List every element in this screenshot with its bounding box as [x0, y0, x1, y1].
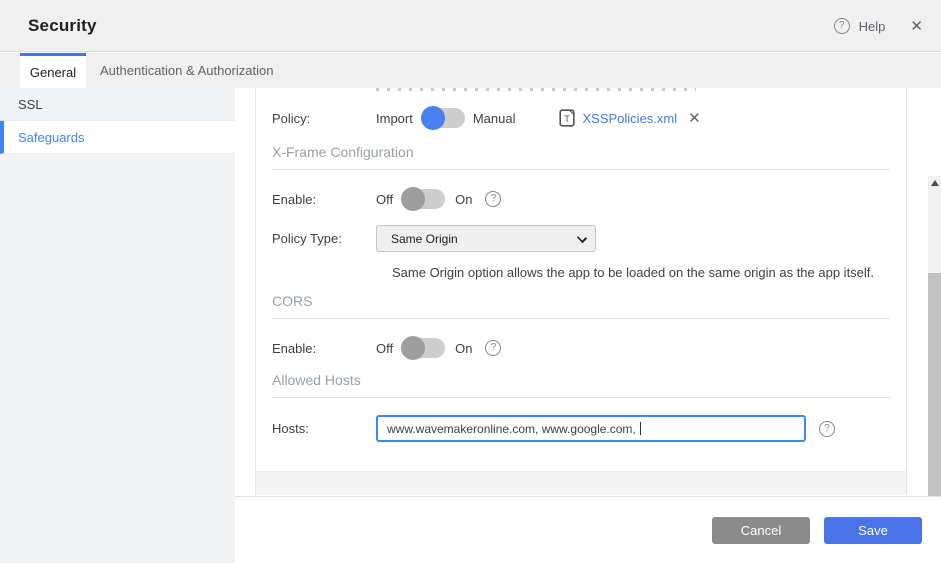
xframe-off-label[interactable]: Off	[376, 192, 393, 207]
sidebar-item-ssl[interactable]: SSL	[0, 88, 235, 121]
clipped-scrolled-text	[376, 88, 696, 91]
policy-type-value: Same Origin	[391, 231, 458, 246]
sidebar: SSL Safeguards	[0, 88, 235, 563]
cors-section-heading: CORS	[272, 280, 890, 319]
cors-enable-toggle[interactable]	[401, 336, 446, 360]
policy-toggle[interactable]	[420, 106, 465, 130]
main-content: Policy: Import Manual T XSSPolicies.xml …	[235, 88, 941, 563]
tab-general[interactable]: General	[20, 53, 86, 88]
cors-toggle-knob	[401, 336, 426, 360]
xframe-enable-toggle[interactable]	[401, 187, 446, 211]
policy-type-row: Policy Type: Same Origin	[256, 225, 906, 252]
remove-file-icon[interactable]: ✕	[688, 109, 701, 127]
cors-enable-label: Enable:	[272, 340, 317, 356]
tab-authentication-authorization[interactable]: Authentication & Authorization	[86, 53, 287, 88]
dialog-header: Security ? Help ✕	[0, 0, 941, 52]
cancel-button[interactable]: Cancel	[712, 517, 810, 544]
cors-help-icon[interactable]: ?	[485, 340, 502, 356]
panel-bottom-strip	[256, 471, 906, 495]
policy-type-label: Policy Type:	[272, 231, 342, 246]
policy-option-import[interactable]: Import	[376, 111, 413, 126]
policy-option-manual[interactable]: Manual	[473, 111, 516, 126]
sidebar-item-safeguards[interactable]: Safeguards	[0, 121, 235, 154]
policy-toggle-knob	[420, 106, 445, 130]
cors-on-label[interactable]: On	[455, 341, 472, 356]
cors-enable-row: Enable: Off On ?	[256, 336, 906, 360]
save-button[interactable]: Save	[824, 517, 922, 544]
svg-text:T: T	[565, 114, 571, 125]
xframe-on-label[interactable]: On	[455, 192, 472, 207]
hosts-input-value: www.wavemakeronline.com, www.google.com,	[387, 421, 640, 436]
hosts-row: Hosts: www.wavemakeronline.com, www.goog…	[256, 415, 906, 442]
tab-bar: General Authentication & Authorization	[0, 53, 941, 88]
hosts-input[interactable]: www.wavemakeronline.com, www.google.com,	[376, 415, 806, 442]
text-caret	[640, 422, 642, 435]
xml-file-icon: T	[559, 109, 576, 127]
xframe-toggle-knob	[401, 187, 426, 211]
policy-type-description: Same Origin option allows the app to be …	[392, 265, 875, 280]
policy-file: T XSSPolicies.xml ✕	[559, 109, 701, 127]
safeguards-panel: Policy: Import Manual T XSSPolicies.xml …	[255, 88, 907, 495]
xframe-enable-row: Enable: Off On ?	[256, 187, 906, 211]
hosts-label: Hosts:	[272, 421, 309, 436]
page-title: Security	[28, 15, 97, 35]
chevron-down-icon	[576, 232, 588, 244]
policy-row: Policy: Import Manual T XSSPolicies.xml …	[256, 106, 906, 130]
xframe-section-heading: X-Frame Configuration	[272, 128, 890, 170]
allowed-hosts-heading: Allowed Hosts	[272, 358, 890, 398]
dialog-footer: Cancel Save	[235, 496, 941, 563]
close-icon[interactable]: ✕	[910, 17, 923, 35]
xframe-enable-label: Enable:	[272, 191, 317, 207]
policy-type-select[interactable]: Same Origin	[376, 225, 596, 252]
scrollbar-up-arrow-icon[interactable]	[928, 176, 941, 189]
help-link[interactable]: Help	[859, 19, 886, 34]
policy-label: Policy:	[272, 110, 311, 126]
xframe-help-icon[interactable]: ?	[485, 191, 502, 207]
hosts-help-icon[interactable]: ?	[819, 420, 835, 437]
cors-off-label[interactable]: Off	[376, 341, 393, 356]
policy-file-link[interactable]: XSSPolicies.xml	[582, 111, 677, 126]
security-dialog: Security ? Help ✕ General Authentication…	[0, 0, 941, 563]
help-icon[interactable]: ?	[833, 18, 850, 34]
